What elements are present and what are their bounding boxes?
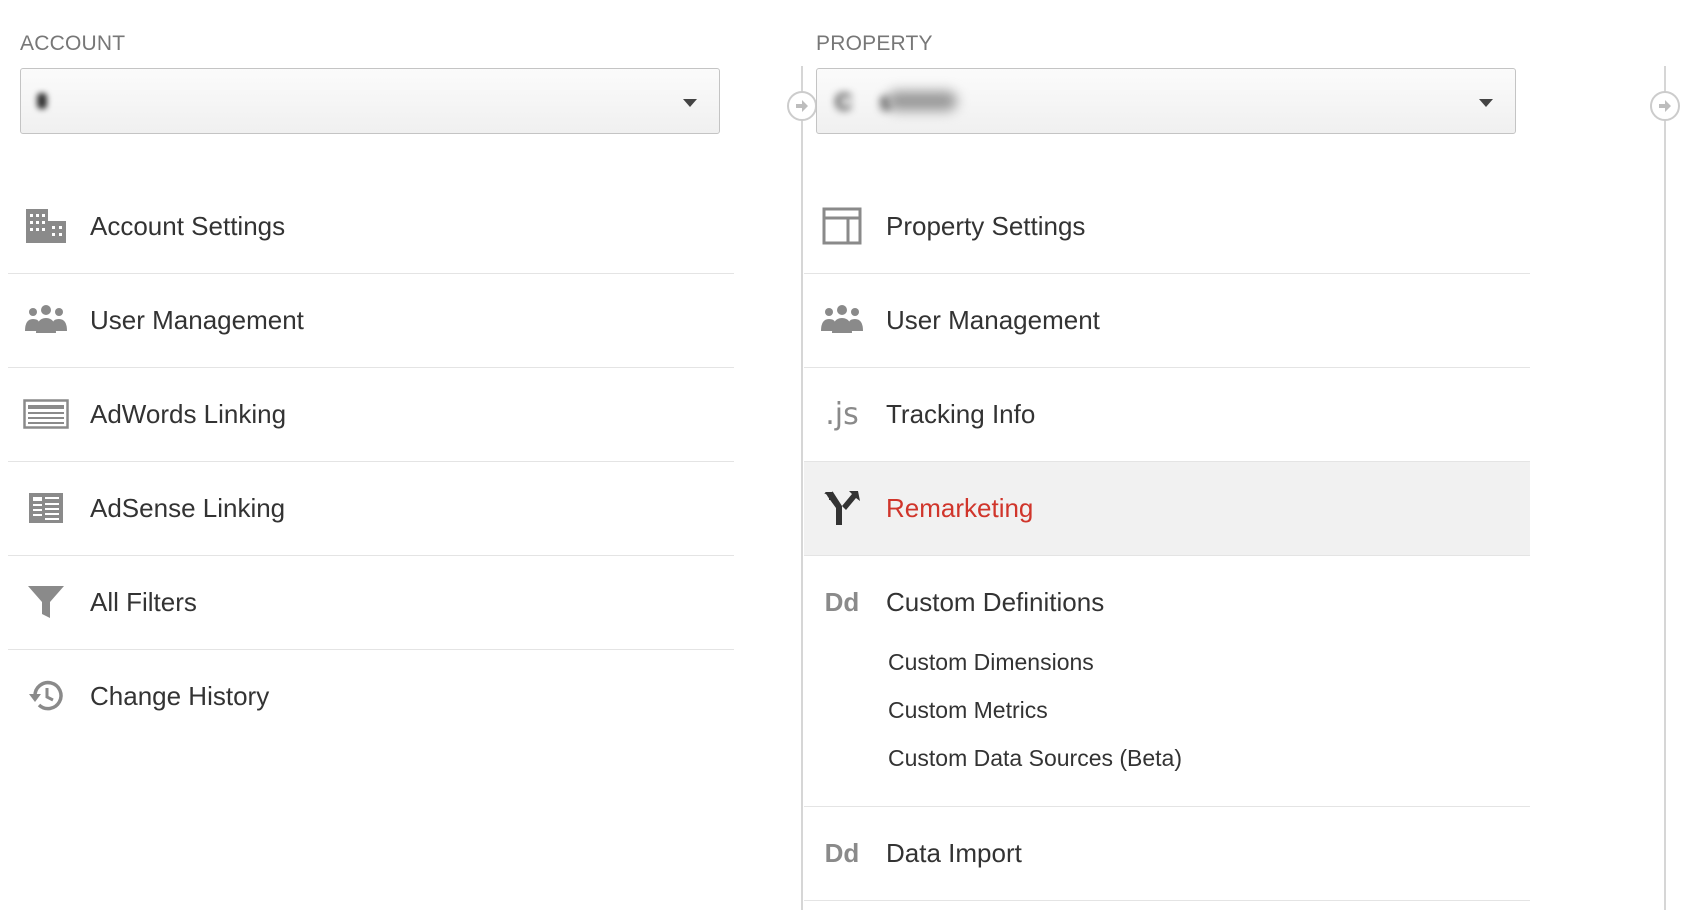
remarketing-icon (818, 488, 866, 528)
property-user-management-label: User Management (886, 305, 1100, 335)
property-heading: PROPERTY (816, 32, 933, 55)
js-icon-text: .js (825, 396, 859, 432)
arrow-right-icon (1650, 91, 1680, 121)
property-selected-blur (887, 91, 957, 111)
filter-icon (22, 582, 70, 622)
adwords-linking-label: AdWords Linking (90, 399, 287, 429)
custom-metrics-link[interactable]: Custom Metrics (888, 694, 1182, 742)
arrow-right-icon (787, 91, 817, 121)
history-icon (22, 676, 70, 716)
property-user-management-item[interactable]: User Management (804, 274, 1530, 368)
account-user-management-label: User Management (90, 305, 304, 335)
adsense-icon (22, 488, 70, 528)
custom-dimensions-link[interactable]: Custom Dimensions (888, 646, 1182, 694)
js-icon: .js (818, 394, 866, 434)
dd-icon: Dd (818, 833, 866, 873)
custom-data-sources-link[interactable]: Custom Data Sources (Beta) (888, 742, 1182, 790)
adsense-linking-item[interactable]: AdSense Linking (8, 462, 734, 556)
account-menu: Account Settings User Management AdWords… (8, 180, 734, 743)
remarketing-label: Remarketing (886, 493, 1034, 523)
chevron-down-icon (683, 99, 697, 107)
column-divider (801, 66, 803, 910)
adwords-icon (22, 394, 70, 434)
account-user-management-item[interactable]: User Management (8, 274, 734, 368)
all-filters-item[interactable]: All Filters (8, 556, 734, 650)
property-settings-label: Property Settings (886, 211, 1086, 241)
account-settings-label: Account Settings (90, 211, 286, 241)
tracking-info-label: Tracking Info (886, 399, 1036, 429)
data-import-item[interactable]: Dd Data Import (804, 807, 1530, 901)
account-selected-blur (37, 93, 47, 109)
property-menu: Property Settings User Management .js Tr (804, 180, 1530, 901)
chevron-down-icon (1479, 99, 1493, 107)
tracking-info-item[interactable]: .js Tracking Info (804, 368, 1530, 462)
property-settings-item[interactable]: Property Settings (804, 180, 1530, 274)
account-dropdown[interactable] (20, 68, 720, 134)
data-import-label: Data Import (886, 838, 1022, 868)
users-icon (22, 300, 70, 340)
account-heading: ACCOUNT (20, 32, 126, 55)
custom-definitions-submenu: Custom Dimensions Custom Metrics Custom … (888, 646, 1182, 790)
dd-icon-text: Dd (824, 837, 860, 868)
property-dropdown[interactable]: C s (816, 68, 1516, 134)
adwords-linking-item[interactable]: AdWords Linking (8, 368, 734, 462)
building-icon (22, 206, 70, 246)
change-history-item[interactable]: Change History (8, 650, 734, 743)
custom-definitions-item[interactable]: Dd Custom Definitions Custom Dimensions … (804, 556, 1530, 807)
all-filters-label: All Filters (90, 587, 197, 617)
column-divider (1664, 66, 1666, 910)
dd-icon: Dd (818, 582, 866, 622)
dd-icon-text: Dd (824, 586, 860, 617)
change-history-label: Change History (90, 681, 270, 711)
users-icon (818, 300, 866, 340)
custom-definitions-label: Custom Definitions (886, 587, 1105, 617)
remarketing-item[interactable]: Remarketing (804, 462, 1530, 556)
adsense-linking-label: AdSense Linking (90, 493, 286, 523)
account-settings-item[interactable]: Account Settings (8, 180, 734, 274)
property-settings-icon (818, 206, 866, 246)
